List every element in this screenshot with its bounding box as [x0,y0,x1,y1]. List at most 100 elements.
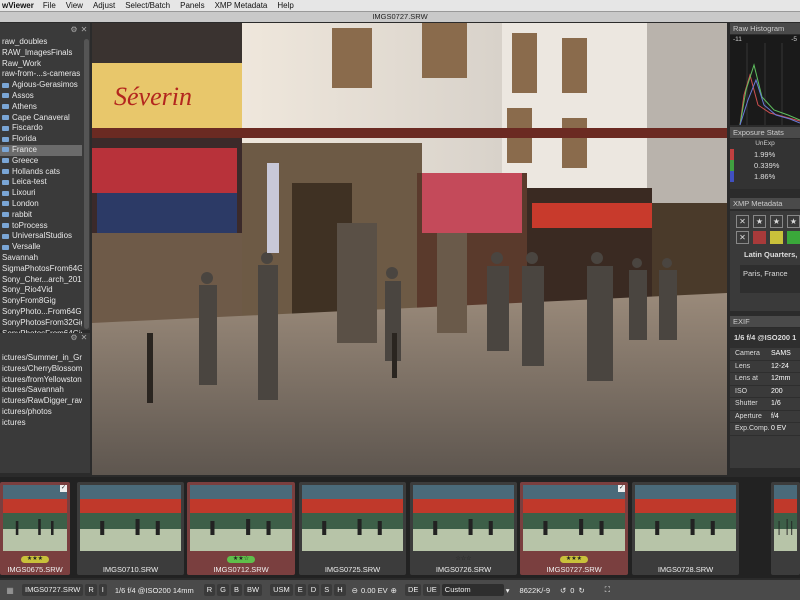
menu-view[interactable]: View [61,1,88,10]
status-r-button[interactable]: R [85,584,97,596]
favorite-item[interactable]: ictures/RawDigger_raw [0,396,82,407]
star-icon[interactable]: ★ [770,215,783,228]
close-icon[interactable]: ✕ [80,25,88,34]
folder-item[interactable]: Cape Canaveral [0,113,82,124]
folder-item[interactable]: Fiscardo [0,123,82,134]
reject-icon[interactable]: ✕ [736,215,749,228]
star-icon[interactable]: ★ [787,215,800,228]
folder-item[interactable]: SonyPhoto...From64Gig [0,307,82,318]
menu-panels[interactable]: Panels [175,1,209,10]
folder-item[interactable]: SigmaPhotosFrom64Gig [0,264,82,275]
channel-g-button[interactable]: G [217,584,229,596]
folder-item[interactable]: Versalle [0,242,82,253]
menu-select-batch[interactable]: Select/Batch [120,1,175,10]
folder-icon [2,168,9,174]
de-button[interactable]: DE [404,584,422,596]
favorite-item[interactable]: ictures/photos [0,407,82,418]
gear-icon[interactable]: ⚙ [70,25,78,34]
favorite-item[interactable]: ictures/Savannah [0,385,82,396]
folder-item[interactable]: Greece [0,156,82,167]
filmstrip-thumb[interactable]: ☆☆☆ IMGS0726.SRW [410,482,517,575]
filmstrip-thumb[interactable]: IMGS0710.SRW [77,482,184,575]
folder-item[interactable]: Florida [0,134,82,145]
status-i-button[interactable]: I [98,584,107,596]
folder-label: Hollands cats [12,166,61,176]
label-yellow-swatch[interactable] [770,231,783,244]
folder-item[interactable]: Athens [0,102,82,113]
chevron-down-icon[interactable]: ▾ [506,586,510,595]
xmp-location: Latin Quarters, [744,250,798,259]
h-button[interactable]: H [334,584,346,596]
ev-decrease-button[interactable]: ⊖ [352,586,358,595]
label-green-swatch[interactable] [787,231,800,244]
menu-xmp-metadata[interactable]: XMP Metadata [210,1,273,10]
xmp-city[interactable]: Paris, France [740,265,800,293]
folder-item[interactable]: rabbit [0,210,82,221]
clear-label-icon[interactable]: ✕ [736,231,749,244]
folder-item[interactable]: Raw_Work [0,59,82,70]
folder-item[interactable]: Sony_Cher...arch_2016 [0,275,82,286]
label-red-swatch[interactable] [753,231,766,244]
star-icon[interactable]: ★ [753,215,766,228]
channel-b-button[interactable]: B [231,584,243,596]
folder-item[interactable]: Lixouri [0,188,82,199]
folder-icon [2,136,9,142]
exif-header[interactable]: EXIF [730,316,800,327]
favorite-item[interactable]: ictures/Summer_in_Greece [0,353,82,364]
histogram-header[interactable]: Raw Histogram [730,23,800,34]
folder-item[interactable]: France [0,144,82,156]
menu-adjust[interactable]: Adjust [88,1,120,10]
folder-item[interactable]: Leica-test [0,177,82,188]
fullscreen-icon[interactable]: ⛶ [605,585,610,595]
usm-button[interactable]: USM [270,584,293,596]
close-icon[interactable]: ✕ [80,333,88,342]
menu-help[interactable]: Help [272,1,298,10]
folder-item[interactable]: SonyFrom8Gig [0,296,82,307]
folder-item[interactable]: raw-from-...s-cameras [0,69,82,80]
exposure-stats-header[interactable]: Exposure Stats [730,127,800,138]
s-button[interactable]: S [321,584,333,596]
d-button[interactable]: D [307,584,320,596]
favorite-item[interactable]: ictures/CherryBlossom [0,364,82,375]
checkbox-icon[interactable]: ✓ [60,485,67,492]
folder-item[interactable]: SonyPhotosFrom32Gig [0,318,82,329]
folder-item[interactable]: Agious-Gerasimos [0,80,82,91]
checkbox-icon[interactable]: ✓ [618,485,625,492]
menu-file[interactable]: File [38,1,61,10]
folder-label: SigmaPhotosFrom64Gig [2,263,82,273]
folder-item[interactable]: RAW_ImagesFinals [0,48,82,59]
ue-button[interactable]: UE [423,584,440,596]
grid-icon[interactable]: ▦ [6,586,14,595]
filmstrip-thumb[interactable] [771,482,800,575]
main-image[interactable]: Séverin [92,23,727,475]
folder-item[interactable]: Sony_Rio4Vid [0,285,82,296]
folder-item[interactable]: Assos [0,91,82,102]
filmstrip-thumb[interactable]: ★★★ IMGS0727.SRW ✓ [520,482,628,575]
gear-icon[interactable]: ⚙ [70,333,78,342]
rotate-icon[interactable]: ↺ [560,586,566,595]
folder-item[interactable]: Savannah [0,253,82,264]
filmstrip-thumb[interactable]: ★★☆ IMGS0712.SRW [187,482,295,575]
folder-item[interactable]: London [0,199,82,210]
folder-item[interactable]: toProcess [0,221,82,232]
filmstrip-thumb[interactable]: IMGS0725.SRW [299,482,406,575]
folder-item[interactable]: Hollands cats [0,167,82,178]
thumbnail-image [302,485,403,551]
favorite-item[interactable]: ictures/fromYellowstone [0,375,82,386]
filmstrip-thumb[interactable]: ★★★ IMGS0675.SRW ✓ [0,482,70,575]
folder-scrollbar[interactable] [84,39,89,329]
rating-stars: ☆☆☆ [455,556,472,562]
profile-select[interactable]: Custom [441,584,504,596]
channel-r-button[interactable]: R [203,584,216,596]
channel-bw-button[interactable]: BW [244,584,263,596]
thumbnail-filename: IMGS0710.SRW [102,565,159,574]
filmstrip-thumb[interactable]: IMGS0728.SRW [632,482,739,575]
e-button[interactable]: E [294,584,306,596]
folder-item[interactable]: UniversalStudios [0,231,82,242]
favorite-item[interactable]: ictures [0,418,82,429]
rotate-right-icon[interactable]: ↻ [578,586,584,595]
exif-row: Lens at 12mm [730,373,800,386]
ev-increase-button[interactable]: ⊕ [391,586,397,595]
xmp-metadata-header[interactable]: XMP Metadata [730,198,800,209]
folder-item[interactable]: raw_doubles [0,37,82,48]
